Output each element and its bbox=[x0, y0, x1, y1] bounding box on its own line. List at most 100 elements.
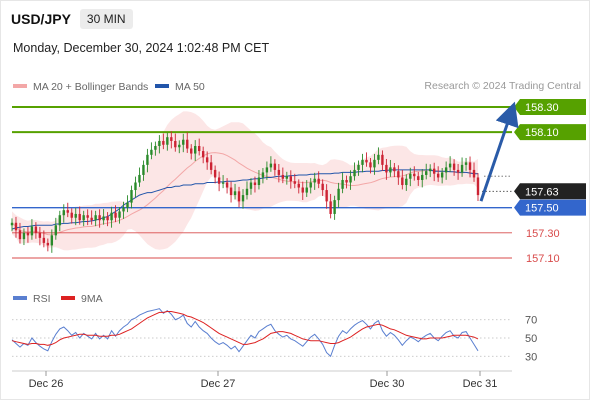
candle-body bbox=[317, 178, 320, 184]
x-tick-label: Dec 27 bbox=[201, 378, 236, 390]
candle-body bbox=[349, 176, 352, 183]
candle-body bbox=[26, 232, 30, 236]
bb-legend-swatch bbox=[13, 84, 27, 88]
candle-body bbox=[413, 173, 416, 177]
candle-body bbox=[197, 146, 201, 152]
candle-body bbox=[86, 215, 89, 218]
candle-body bbox=[46, 242, 50, 246]
candle-body bbox=[421, 174, 424, 180]
candle-body bbox=[373, 159, 376, 168]
rsi-tick-70: 70 bbox=[525, 315, 537, 327]
candle-body bbox=[468, 162, 472, 170]
candle-body bbox=[50, 235, 54, 246]
candle-body bbox=[289, 176, 293, 182]
candle-body bbox=[233, 191, 237, 196]
candle-body bbox=[205, 157, 209, 163]
candle-body bbox=[261, 172, 265, 178]
bb-legend-label: MA 20 + Bollinger Bands bbox=[33, 81, 148, 93]
candle-body bbox=[174, 140, 177, 148]
candle-body bbox=[94, 215, 97, 221]
candle-body bbox=[353, 169, 356, 177]
candle-body bbox=[313, 178, 316, 183]
candle-body bbox=[194, 146, 197, 154]
rsi-ma-legend-swatch bbox=[61, 296, 75, 300]
candle-body bbox=[464, 162, 468, 165]
candle-body bbox=[217, 177, 221, 184]
candle-body bbox=[337, 188, 340, 201]
candle-body bbox=[452, 163, 456, 170]
rsi-legend: RSI 9MA bbox=[13, 293, 103, 305]
level-tag-text: 157.50 bbox=[525, 203, 559, 215]
candle-body bbox=[321, 183, 324, 191]
candle-body bbox=[10, 222, 14, 226]
candle-body bbox=[34, 226, 38, 233]
candle-body bbox=[385, 164, 388, 173]
level-label-157.30: 157.30 bbox=[526, 228, 560, 240]
candle-body bbox=[38, 232, 42, 238]
current-price-text: 157.63 bbox=[525, 186, 559, 198]
candle-body bbox=[74, 213, 77, 218]
candle-body bbox=[257, 177, 261, 186]
candle-body bbox=[54, 225, 58, 236]
candle-body bbox=[70, 212, 73, 218]
candle-body bbox=[18, 230, 22, 240]
candle-body bbox=[436, 173, 440, 178]
rsi-line bbox=[11, 308, 479, 358]
level-tag-157.50: 157.50 bbox=[514, 199, 586, 216]
ma50-legend-swatch bbox=[155, 84, 169, 88]
candle-body bbox=[301, 187, 304, 193]
candle-body bbox=[62, 210, 65, 216]
candle-body bbox=[102, 216, 105, 221]
candle-body bbox=[209, 162, 213, 170]
candle-body bbox=[225, 182, 229, 188]
candle-body bbox=[138, 174, 141, 183]
level-tag-text: 158.30 bbox=[525, 102, 559, 114]
rsi-tick-50: 50 bbox=[525, 333, 537, 345]
candle-body bbox=[158, 140, 161, 147]
candle-body bbox=[162, 140, 165, 145]
candle-body bbox=[237, 191, 241, 202]
candle-body bbox=[182, 139, 185, 145]
candle-body bbox=[78, 213, 81, 221]
candle-body bbox=[476, 177, 480, 196]
candle-body bbox=[118, 211, 121, 218]
candle-body bbox=[66, 210, 69, 213]
candle-body bbox=[122, 207, 125, 212]
level-tag-text: 158.10 bbox=[525, 127, 559, 139]
rsi-tick-30: 30 bbox=[525, 351, 537, 363]
candle-body bbox=[253, 182, 257, 186]
candle-body bbox=[154, 146, 157, 150]
price-chart: MA 20 + Bollinger Bands MA 50 RSI 9MA 15… bbox=[10, 81, 586, 390]
candle-body bbox=[345, 179, 348, 183]
candle-body bbox=[401, 177, 404, 186]
candle-body bbox=[369, 162, 372, 168]
x-tick-label: Dec 30 bbox=[370, 378, 405, 390]
candle-body bbox=[42, 237, 46, 243]
candle-body bbox=[277, 169, 281, 175]
candle-body bbox=[213, 169, 217, 178]
x-axis: Dec 26 Dec 27 Dec 30 Dec 31 bbox=[12, 370, 512, 390]
candle-body bbox=[440, 172, 444, 178]
candle-body bbox=[361, 159, 364, 165]
rsi-ma-line bbox=[11, 311, 479, 346]
candle-body bbox=[405, 178, 408, 186]
candle-body bbox=[456, 169, 460, 173]
current-price-layer: 157.63 bbox=[482, 175, 586, 200]
candle-body bbox=[249, 182, 253, 189]
candle-body bbox=[281, 174, 285, 179]
candle-body bbox=[170, 137, 173, 141]
x-tick-label: Dec 31 bbox=[463, 378, 498, 390]
candle-body bbox=[293, 181, 296, 184]
candle-body bbox=[325, 190, 328, 202]
candle-body bbox=[377, 154, 380, 160]
candle-body bbox=[142, 164, 145, 175]
candle-body bbox=[166, 137, 169, 145]
rsi-legend-label: RSI bbox=[33, 293, 51, 305]
candle-body bbox=[460, 164, 464, 173]
candle-body bbox=[201, 151, 205, 158]
candle-body bbox=[134, 182, 137, 191]
candle-body bbox=[297, 183, 300, 188]
candle-body bbox=[245, 188, 249, 196]
candle-body bbox=[448, 163, 452, 168]
ma50-legend-label: MA 50 bbox=[175, 81, 205, 93]
